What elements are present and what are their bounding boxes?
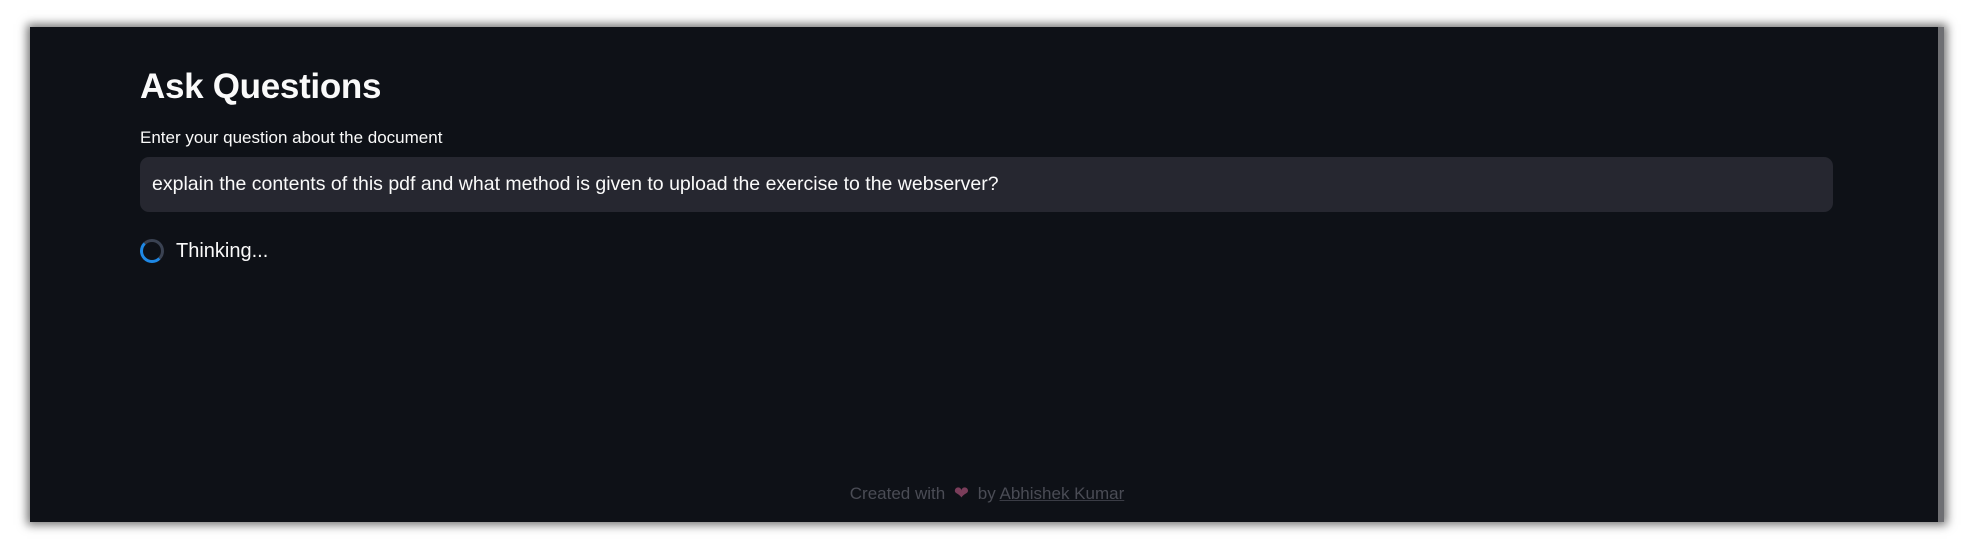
spinner-icon: [140, 239, 164, 263]
footer: Created with ❤ by Abhishek Kumar: [30, 483, 1944, 504]
author-link[interactable]: Abhishek Kumar: [1000, 484, 1125, 503]
heart-icon: ❤: [953, 483, 970, 503]
question-input[interactable]: [140, 157, 1833, 212]
main-content: Ask Questions Enter your question about …: [140, 65, 1833, 266]
footer-by: by: [977, 484, 996, 503]
footer-created-with: Created with: [849, 484, 946, 503]
app-window: Ask Questions Enter your question about …: [30, 27, 1944, 522]
scrollbar[interactable]: [1938, 27, 1944, 522]
question-input-label: Enter your question about the document: [140, 128, 443, 147]
page-title: Ask Questions: [140, 67, 382, 106]
status-text: Thinking...: [176, 239, 269, 262]
status-row: Thinking...: [140, 236, 1833, 266]
